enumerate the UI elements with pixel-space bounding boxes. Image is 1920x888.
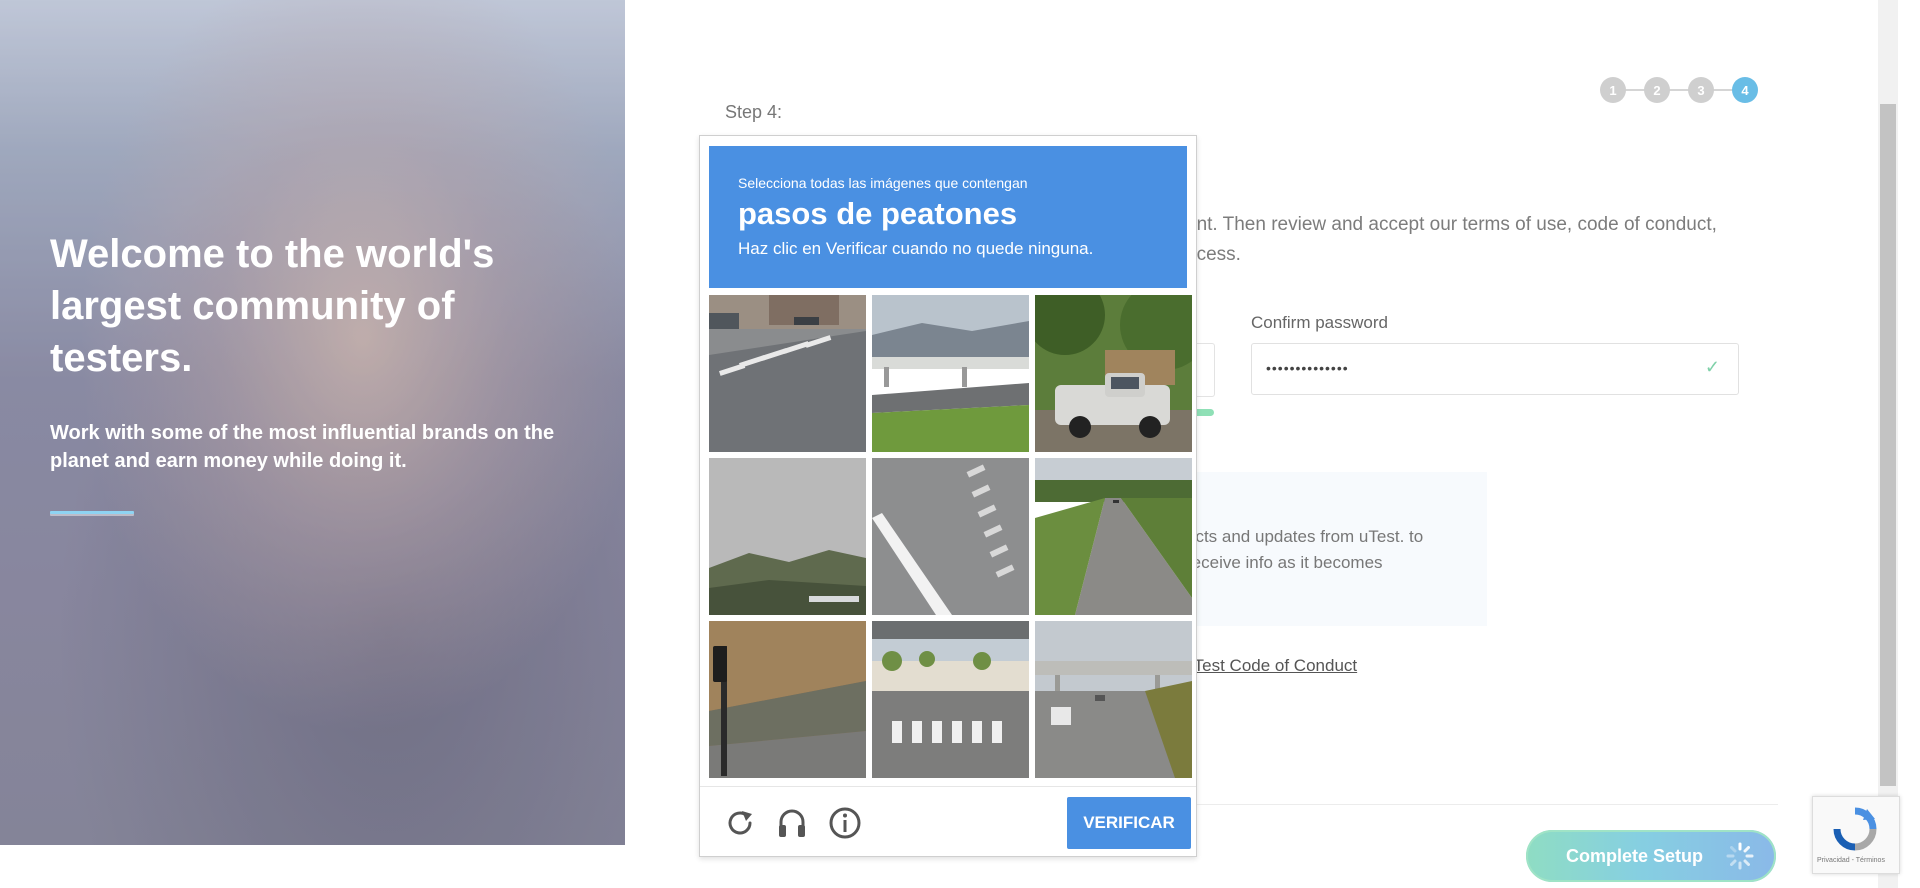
code-of-conduct-line: e uTest Code of Conduct (1170, 656, 1357, 676)
captcha-tile-6[interactable] (1035, 458, 1192, 615)
confirm-password-input[interactable]: •••••••••••••• ✓ (1251, 343, 1739, 395)
hero-panel: Welcome to the world's largest community… (0, 0, 625, 845)
footer-divider (1100, 804, 1778, 805)
captcha-instruction: Selecciona todas las imágenes que conten… (738, 175, 1028, 191)
step-label: Step 4: (725, 102, 783, 122)
stepper-line (1614, 89, 1746, 91)
hero-divider (50, 511, 134, 514)
intro-text: unt. Then review and accept our terms of… (1186, 214, 1717, 265)
check-icon: ✓ (1704, 357, 1720, 377)
recaptcha-badge[interactable]: Privacidad - Términos (1812, 796, 1900, 874)
reload-icon[interactable] (722, 805, 758, 841)
captcha-image-grid (709, 295, 1192, 778)
confirm-password-value: •••••••••••••• (1266, 360, 1349, 376)
step-2: 2 (1644, 77, 1670, 103)
captcha-tile-4[interactable] (709, 458, 866, 615)
confirm-password-label: Confirm password (1251, 313, 1388, 332)
complete-setup-button[interactable]: Complete Setup (1526, 830, 1776, 882)
spinner-icon (1726, 842, 1754, 870)
captcha-header: Selecciona todas las imágenes que conten… (709, 146, 1187, 288)
audio-icon[interactable] (774, 805, 810, 841)
step-3: 3 (1688, 77, 1714, 103)
captcha-tile-5[interactable] (872, 458, 1029, 615)
scrollbar-thumb[interactable] (1880, 104, 1896, 786)
captcha-tile-2[interactable] (872, 295, 1029, 452)
recaptcha-links[interactable]: Privacidad - Términos (1817, 857, 1885, 864)
hero-title: Welcome to the world's largest community… (50, 232, 495, 380)
verify-button[interactable]: VERIFICAR (1067, 797, 1191, 849)
code-of-conduct-link[interactable]: uTest Code of Conduct (1184, 656, 1357, 675)
captcha-tile-7[interactable] (709, 621, 866, 778)
page-scrollbar[interactable] (1878, 0, 1898, 888)
captcha-tile-9[interactable] (1035, 621, 1192, 778)
recaptcha-logo-icon (1833, 807, 1877, 851)
step-1: 1 (1600, 77, 1626, 103)
captcha-tile-3[interactable] (1035, 295, 1192, 452)
captcha-tile-1[interactable] (709, 295, 866, 452)
captcha-dialog: Selecciona todas las imágenes que conten… (699, 135, 1197, 857)
newsletter-notice-text: ects and updates from uTest. to receive … (1186, 527, 1424, 572)
captcha-tile-8[interactable] (872, 621, 1029, 778)
progress-stepper: 1 2 3 4 (1600, 77, 1760, 103)
hero-subtitle: Work with some of the most influential b… (50, 422, 555, 472)
captcha-target: pasos de peatones (738, 196, 1018, 231)
captcha-footer: VERIFICAR (700, 786, 1196, 857)
info-icon[interactable] (827, 805, 863, 841)
step-4-active: 4 (1732, 77, 1758, 103)
complete-setup-label: Complete Setup (1566, 846, 1704, 866)
captcha-hint: Haz clic en Verificar cuando no quede ni… (738, 239, 1094, 258)
